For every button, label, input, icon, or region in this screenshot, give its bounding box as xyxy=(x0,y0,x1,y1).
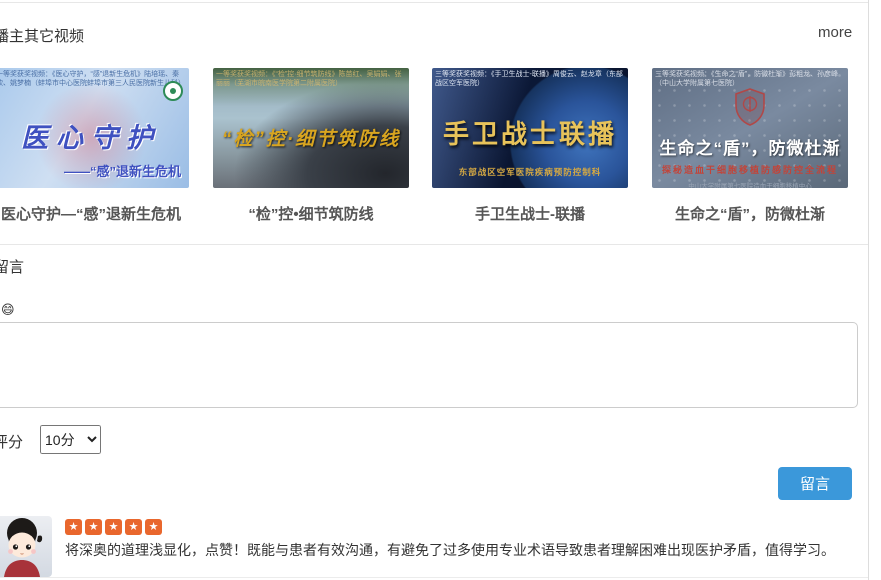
video-title[interactable]: “检”控•细节筑防线 xyxy=(213,203,409,224)
thumb-footnote: 中山大学附属第七医院造血干细胞移植中心 xyxy=(652,180,848,188)
thumb-caption: 三等奖获奖视频：《手卫生战士-联播》周俊云、赵龙章（东部战区空军医院） xyxy=(435,70,625,88)
thumb-subtitle: 探秘造血干细胞移植防感防控全流程 xyxy=(652,163,848,176)
thumb-subtitle: 东部战区空军医院疾病预防控制科 xyxy=(432,166,628,178)
star-icon: ★ xyxy=(105,519,122,535)
video-card[interactable]: 一等奖获奖视频：《“检”控·细节筑防线》陈苗红、吴娟娟、张丽丽（芜湖市皖南医学院… xyxy=(213,68,409,188)
thumb-caption: 三等奖获奖视频：《生命之“盾”，防微杜渐》彭粗龙、孙彦峰（中山大学附属第七医院） xyxy=(655,70,845,88)
more-link[interactable]: more xyxy=(818,24,852,41)
avatar xyxy=(0,516,52,577)
video-card[interactable]: 三等奖获奖视频：《生命之“盾”，防微杜渐》彭粗龙、孙彦峰（中山大学附属第七医院）… xyxy=(652,68,848,188)
bottom-divider xyxy=(0,577,868,578)
video-title[interactable]: 医心守护—“感”退新生危机 xyxy=(0,203,189,224)
emoji-picker-icon[interactable]: 😄 xyxy=(1,303,15,317)
video-title[interactable]: 生命之“盾”，防微杜渐 xyxy=(652,203,848,224)
comment-section-heading: 留言 xyxy=(0,256,24,277)
star-icon: ★ xyxy=(145,519,162,535)
submit-comment-button[interactable]: 留言 xyxy=(778,467,852,500)
thumb-caption: 一等奖获奖视频：《“检”控·细节筑防线》陈苗红、吴娟娟、张丽丽（芜湖市皖南医学院… xyxy=(216,70,406,88)
rating-stars: ★ ★ ★ ★ ★ xyxy=(65,519,162,535)
hospital-logo-icon xyxy=(163,81,183,101)
thumb-main-title: 医心守护 xyxy=(0,116,189,155)
videos-section-heading: 播主其它视频 xyxy=(0,25,84,46)
page: 播主其它视频 more 一等奖获奖视频：《医心守护，“感”退新生危机》陆培瑶、秦… xyxy=(0,0,881,580)
star-icon: ★ xyxy=(65,519,82,535)
shield-emblem-icon xyxy=(734,88,766,126)
video-thumbnail[interactable]: 三等奖获奖视频：《手卫生战士-联播》周俊云、赵龙章（东部战区空军医院） 手卫战士… xyxy=(432,68,628,188)
video-thumbnail[interactable]: 一等奖获奖视频：《医心守护，“感”退新生危机》陆培瑶、秦欣、姚梦楠（蚌埠市中心医… xyxy=(0,68,189,188)
video-card[interactable]: 一等奖获奖视频：《医心守护，“感”退新生危机》陆培瑶、秦欣、姚梦楠（蚌埠市中心医… xyxy=(0,68,189,188)
comment-textarea[interactable] xyxy=(0,322,858,408)
star-icon: ★ xyxy=(125,519,142,535)
top-divider xyxy=(0,2,868,3)
rating-select[interactable]: 10分 xyxy=(40,425,101,454)
thumb-subtitle: ——“感”退新生危机 xyxy=(64,161,181,180)
thumb-main-title: 生命之“盾”，防微杜渐 xyxy=(652,134,848,159)
thumb-main-title: “检”控·细节筑防线 xyxy=(213,124,409,151)
thumb-caption: 一等奖获奖视频：《医心守护，“感”退新生危机》陆培瑶、秦欣、姚梦楠（蚌埠市中心医… xyxy=(0,70,186,88)
section-divider xyxy=(0,244,868,245)
video-card[interactable]: 三等奖获奖视频：《手卫生战士-联播》周俊云、赵龙章（东部战区空军医院） 手卫战士… xyxy=(432,68,628,188)
video-title[interactable]: 手卫生战士-联播 xyxy=(432,203,628,224)
thumb-main-title: 手卫战士联播 xyxy=(432,114,628,151)
comment-text: 将深奥的道理浅显化，点赞！既能与患者有效沟通，有避免了过多使用专业术语导致患者理… xyxy=(65,541,855,559)
right-page-border xyxy=(868,0,869,580)
video-thumbnail[interactable]: 三等奖获奖视频：《生命之“盾”，防微杜渐》彭粗龙、孙彦峰（中山大学附属第七医院）… xyxy=(652,68,848,188)
video-thumbnail[interactable]: 一等奖获奖视频：《“检”控·细节筑防线》陈苗红、吴娟娟、张丽丽（芜湖市皖南医学院… xyxy=(213,68,409,188)
star-icon: ★ xyxy=(85,519,102,535)
rating-label: 评分 xyxy=(0,431,23,452)
